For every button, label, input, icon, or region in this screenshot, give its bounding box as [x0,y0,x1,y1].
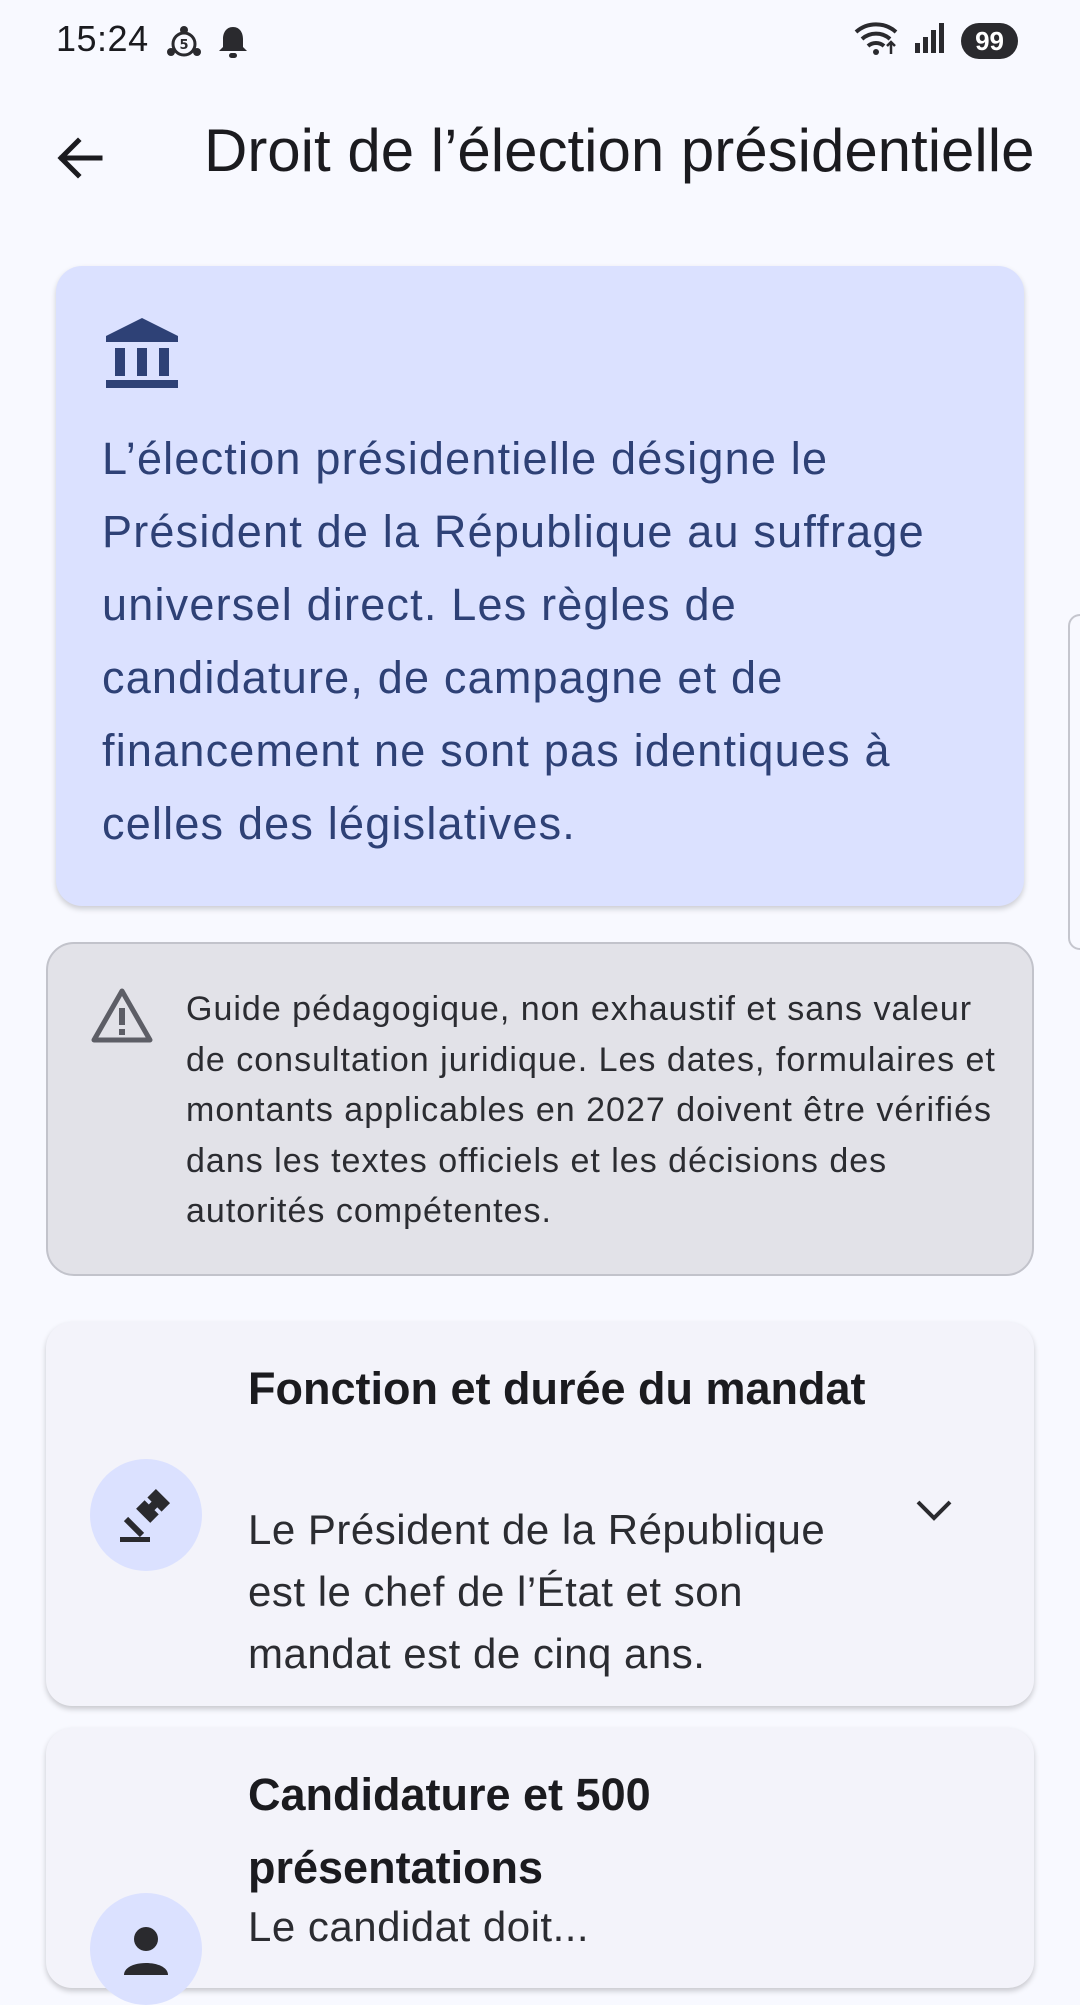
section-summary: Le Président de la République est le che… [248,1506,826,1677]
section-summary: Le candidat doit... [248,1903,590,1950]
battery-indicator: 99 [961,22,1018,59]
bell-icon [216,24,250,65]
expand-button[interactable] [906,1482,962,1538]
chevron-down-icon [916,1500,952,1521]
section-title: Candidature et 500 présentations [248,1769,651,1893]
back-button[interactable] [40,118,120,198]
status-system-icons: 99 [853,20,1018,61]
status-bar: 15:24 5 99 [0,0,1080,84]
section-title: Fonction et durée du mandat [248,1363,866,1414]
sync-badge-icon: 5 [164,22,204,67]
scroll-indicator[interactable] [1068,614,1080,950]
signal-icon [913,21,947,60]
intro-text: L’élection présidentielle désigne le Pré… [102,433,925,849]
svg-text:5: 5 [179,38,188,53]
gavel-icon [120,1488,171,1542]
wifi-icon [853,20,899,61]
section-avatar [90,1893,202,2005]
section-card-candidacy[interactable]: Candidature et 500 présentations Le cand… [46,1728,1034,2005]
status-time: 15:24 [56,18,149,59]
disclaimer-text: Guide pédagogique, non exhaustif et sans… [186,990,996,1230]
section-avatar [90,1459,202,1571]
disclaimer-box: Guide pédagogique, non exhaustif et sans… [46,942,1034,1276]
section-card-mandate[interactable]: Fonction et durée du mandat Le Président… [46,1322,1034,1706]
app-bar: Droit de l’élection présidentielle [0,100,1080,210]
bank-building-icon [102,312,182,392]
page-title: Droit de l’élection présidentielle [204,117,1035,184]
status-notification-icons: 5 [164,22,250,67]
intro-card: L’élection présidentielle désigne le Pré… [56,266,1024,906]
person-icon [124,1927,168,1975]
arrow-left-icon [57,137,103,179]
warning-triangle-icon [90,986,154,1046]
